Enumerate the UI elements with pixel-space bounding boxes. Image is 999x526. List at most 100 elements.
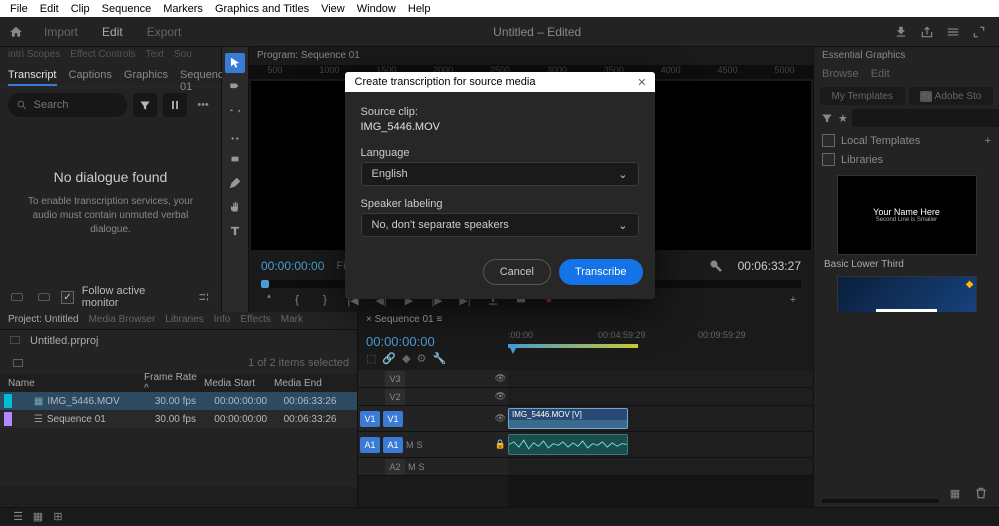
- eg-local-checkbox[interactable]: [822, 134, 835, 147]
- selection-tool[interactable]: [225, 53, 245, 73]
- quick-export-icon[interactable]: [891, 22, 911, 42]
- eye-icon[interactable]: 👁: [495, 373, 506, 384]
- work-area-bar[interactable]: [508, 344, 638, 348]
- timeline-tracks[interactable]: IMG_5446.MOV [V]: [508, 370, 813, 507]
- bin-nav-icon[interactable]: [8, 353, 28, 373]
- language-select[interactable]: English ⌄: [361, 162, 639, 186]
- eg-star-icon[interactable]: ★: [838, 108, 848, 128]
- settings-icon[interactable]: [194, 287, 213, 307]
- eg-trash-icon[interactable]: [971, 483, 991, 503]
- menu-view[interactable]: View: [315, 3, 351, 15]
- hand-tool[interactable]: [225, 197, 245, 217]
- mute-icon[interactable]: M: [406, 440, 414, 450]
- in-point-icon[interactable]: {: [287, 290, 307, 310]
- cancel-button[interactable]: Cancel: [483, 259, 551, 285]
- timeline-timecode[interactable]: 00:00:00:00: [366, 334, 500, 349]
- eg-new-icon[interactable]: ▦: [945, 483, 965, 503]
- follow-monitor-checkbox[interactable]: [61, 291, 73, 304]
- tab-text[interactable]: Text: [146, 49, 164, 65]
- tab-markers[interactable]: Mark: [281, 314, 303, 327]
- menu-file[interactable]: File: [4, 3, 34, 15]
- eye-icon[interactable]: 👁: [495, 413, 506, 424]
- razor-tool[interactable]: [225, 125, 245, 145]
- playhead[interactable]: [508, 344, 518, 354]
- tab-effects[interactable]: Effects: [240, 314, 270, 327]
- project-item-row[interactable]: ☰Sequence 01 30.00 fps 00:00:00:00 00:06…: [0, 410, 357, 428]
- filter-button[interactable]: [133, 93, 157, 117]
- menu-graphics[interactable]: Graphics and Titles: [209, 3, 315, 15]
- wrench-icon[interactable]: [706, 256, 726, 276]
- speaker-select[interactable]: No, don't separate speakers ⌄: [361, 213, 639, 237]
- search-input[interactable]: [34, 99, 119, 111]
- workspace-export[interactable]: Export: [135, 25, 194, 39]
- mute-icon[interactable]: M: [408, 462, 416, 472]
- tab-effect-controls[interactable]: Effect Controls: [70, 49, 135, 65]
- solo-icon[interactable]: S: [419, 462, 425, 472]
- freeform-icon[interactable]: ⊞: [48, 506, 68, 526]
- transcribe-button[interactable]: Transcribe: [559, 259, 643, 285]
- menu-sequence[interactable]: Sequence: [96, 3, 158, 15]
- tab-transcript[interactable]: Transcript: [8, 69, 57, 86]
- eg-template-item[interactable]: Your Name HereSecond Line is Smaller Bas…: [820, 175, 993, 270]
- eg-tab-edit[interactable]: Edit: [871, 68, 890, 82]
- workspace-import[interactable]: Import: [32, 25, 90, 39]
- out-point-icon[interactable]: }: [315, 290, 335, 310]
- eye-icon[interactable]: 👁: [495, 391, 506, 402]
- track-v1-source[interactable]: V1: [360, 411, 380, 427]
- pause-button[interactable]: [163, 93, 187, 117]
- track-a1-source[interactable]: A1: [360, 437, 380, 453]
- col-name[interactable]: Name: [4, 378, 144, 389]
- audio-clip[interactable]: [508, 434, 628, 455]
- track-v1-target[interactable]: V1: [383, 411, 403, 427]
- tab-libraries[interactable]: Libraries: [165, 314, 203, 327]
- track-v3-target[interactable]: V3: [385, 371, 405, 387]
- wrench-icon[interactable]: 🔧: [432, 352, 446, 365]
- eg-zoom-slider[interactable]: [822, 499, 939, 503]
- pen-tool[interactable]: [225, 173, 245, 193]
- eg-adobe-stock[interactable]: StAdobe Sto: [909, 87, 994, 105]
- cc-icon[interactable]: [8, 287, 27, 307]
- tab-captions[interactable]: Captions: [69, 69, 112, 86]
- list-view-icon[interactable]: ☰: [8, 506, 28, 526]
- lock-icon[interactable]: [35, 287, 54, 307]
- icon-view-icon[interactable]: ▦: [28, 506, 48, 526]
- slip-tool[interactable]: [225, 149, 245, 169]
- menu-window[interactable]: Window: [351, 3, 402, 15]
- track-a1-target[interactable]: A1: [383, 437, 403, 453]
- col-media-end[interactable]: Media End: [274, 378, 344, 389]
- workspace-edit[interactable]: Edit: [90, 25, 135, 39]
- share-icon[interactable]: [917, 22, 937, 42]
- link-icon[interactable]: 🔗: [382, 352, 396, 365]
- eg-filter-icon[interactable]: [820, 108, 834, 128]
- menu-help[interactable]: Help: [402, 3, 437, 15]
- close-icon[interactable]: ✕: [637, 76, 646, 89]
- menu-markers[interactable]: Markers: [157, 3, 209, 15]
- timeline-seq-tab[interactable]: × Sequence 01 ≡: [366, 314, 442, 325]
- track-select-tool[interactable]: [225, 77, 245, 97]
- col-framerate[interactable]: Frame Rate ^: [144, 372, 204, 394]
- tab-media-browser[interactable]: Media Browser: [89, 314, 156, 327]
- tab-source[interactable]: Sou: [174, 49, 192, 65]
- video-clip[interactable]: IMG_5446.MOV [V]: [508, 408, 628, 429]
- settings-gear-icon[interactable]: ⚙: [417, 352, 427, 365]
- eg-lib-checkbox[interactable]: [822, 153, 835, 166]
- tab-graphics[interactable]: Graphics: [124, 69, 168, 86]
- bin-icon[interactable]: [8, 333, 22, 350]
- ripple-edit-tool[interactable]: [225, 101, 245, 121]
- eg-tab-browse[interactable]: Browse: [822, 68, 859, 82]
- menu-clip[interactable]: Clip: [65, 3, 96, 15]
- track-v2-target[interactable]: V2: [385, 389, 405, 405]
- home-button[interactable]: [0, 25, 32, 39]
- type-tool[interactable]: [225, 221, 245, 241]
- track-a2-target[interactable]: A2: [385, 459, 405, 475]
- tab-project[interactable]: Project: Untitled: [8, 314, 79, 327]
- tab-lumetri[interactable]: intri Scopes: [8, 49, 60, 65]
- tab-info[interactable]: Info: [214, 314, 231, 327]
- more-options-icon[interactable]: •••: [193, 95, 213, 115]
- add-button-icon[interactable]: +: [783, 290, 803, 310]
- program-tc-left[interactable]: 00:00:00:00: [261, 259, 324, 273]
- menu-edit[interactable]: Edit: [34, 3, 65, 15]
- marker-add-icon[interactable]: ◆: [402, 352, 410, 365]
- plus-icon[interactable]: +: [985, 135, 991, 147]
- eg-my-templates[interactable]: My Templates: [820, 87, 905, 105]
